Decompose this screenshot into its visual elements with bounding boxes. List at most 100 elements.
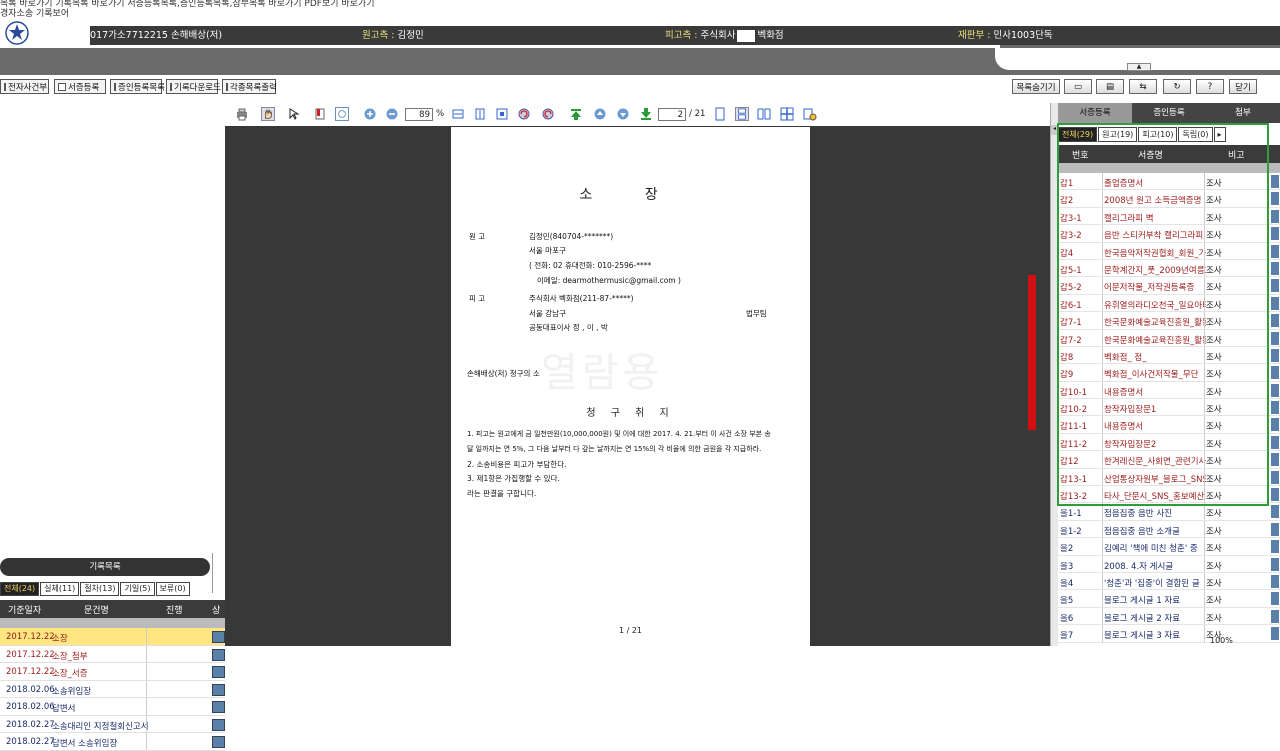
first-page-icon[interactable] <box>569 107 583 121</box>
evidence-open-button[interactable] <box>1271 227 1279 241</box>
tab-witness[interactable]: 증인등록 <box>1132 103 1206 123</box>
record-row[interactable]: 2017.12.22 소장_서증 <box>0 663 225 681</box>
record-row[interactable]: 2017.12.22 소장 <box>0 628 225 646</box>
single-page-icon[interactable] <box>713 107 727 121</box>
detail-button[interactable] <box>212 631 225 643</box>
two-page-icon[interactable] <box>757 107 771 121</box>
evidence-open-button[interactable] <box>1271 192 1279 206</box>
bookmark-icon[interactable] <box>313 107 327 121</box>
next-page-icon[interactable] <box>616 107 630 121</box>
zoom-input[interactable]: 89 <box>405 108 433 121</box>
view-grid-button[interactable]: ▤ <box>1096 79 1124 94</box>
fit-page-icon[interactable] <box>495 107 509 121</box>
evidence-open-button[interactable] <box>1271 522 1279 536</box>
evidence-open-button[interactable] <box>1271 261 1279 275</box>
evidence-open-button[interactable] <box>1271 209 1279 223</box>
e-case-button[interactable]: 전자사건부 <box>0 79 49 94</box>
grid-page-icon[interactable] <box>780 107 794 121</box>
detail-button[interactable] <box>212 666 225 678</box>
marquee-icon[interactable] <box>335 107 349 121</box>
evidence-row[interactable]: 을5 블로그 게시글 1 자료 조사 <box>1058 590 1280 608</box>
evidence-open-button[interactable] <box>1271 627 1279 641</box>
zoom-in-icon[interactable] <box>363 107 377 121</box>
evidence-open-button[interactable] <box>1271 453 1279 467</box>
collapse-header-button[interactable]: ▲ <box>1127 63 1151 71</box>
evidence-open-button[interactable] <box>1271 505 1279 519</box>
print-icon[interactable] <box>235 107 249 121</box>
tab-hearing[interactable]: 기일(5) <box>120 582 155 596</box>
print-lists-button[interactable]: 각종목록출력 <box>222 79 277 94</box>
evidence-row[interactable]: 을1-2 점음집중 음반 소개글 조사 <box>1058 520 1280 539</box>
witness-register-button[interactable]: 증인등록목록 <box>110 79 165 94</box>
evidence-open-button[interactable] <box>1271 175 1279 188</box>
evidence-open-button[interactable] <box>1271 279 1279 293</box>
view-single-button[interactable]: ▭ <box>1064 79 1092 94</box>
tab-substance[interactable]: 실체(11) <box>40 582 80 596</box>
detail-button[interactable] <box>212 701 225 713</box>
tab-pending[interactable]: 보류(0) <box>155 582 190 596</box>
evidence-row[interactable]: 을6 블로그 게시글 2 자료 조사 <box>1058 607 1280 626</box>
evidence-open-button[interactable] <box>1271 418 1279 432</box>
col-doc-name[interactable]: 문건명 <box>84 603 109 616</box>
tab-all[interactable]: 전체(24) <box>0 582 40 596</box>
detail-button[interactable] <box>212 736 225 748</box>
tab-evidence[interactable]: 서증등록 <box>1058 103 1132 123</box>
detail-button[interactable] <box>212 718 225 731</box>
prev-page-icon[interactable] <box>593 107 607 121</box>
evidence-open-button[interactable] <box>1271 488 1279 502</box>
zoom-out-icon[interactable] <box>385 107 399 121</box>
record-table-subheader <box>0 618 225 628</box>
evidence-open-button[interactable] <box>1271 296 1279 310</box>
evidence-open-button[interactable] <box>1271 331 1279 345</box>
last-page-icon[interactable] <box>639 107 653 121</box>
evidence-open-button[interactable] <box>1271 574 1279 588</box>
evidence-open-button[interactable] <box>1271 540 1279 554</box>
close-button[interactable]: 닫기 <box>1229 79 1257 94</box>
detail-button[interactable] <box>212 683 225 696</box>
evidence-open-button[interactable] <box>1271 557 1279 571</box>
tab-procedure[interactable]: 절차(13) <box>80 582 120 596</box>
evidence-open-button[interactable] <box>1271 383 1279 397</box>
record-row[interactable]: 2018.02.06 답변서 <box>0 698 225 716</box>
fit-width-icon[interactable] <box>451 107 465 121</box>
hand-tool-icon[interactable] <box>261 107 275 121</box>
detail-button[interactable] <box>212 648 225 661</box>
evidence-row[interactable]: 을3 2008. 4.자 게시글 조사 <box>1058 555 1280 573</box>
record-download-button[interactable]: 기록다운로드 <box>166 79 221 94</box>
col-progress[interactable]: 진행 <box>166 603 183 616</box>
evidence-row[interactable]: 을7 블로그 게시글 3 자료 조사 <box>1058 625 1280 643</box>
record-row[interactable]: 2018.02.06 소송위임장 <box>0 680 225 698</box>
evidence-open-button[interactable] <box>1271 435 1279 449</box>
document-viewer[interactable]: 열람용 소 장 원 고 김정민(840704-*******) 서울 마포구 (… <box>225 126 1050 646</box>
evidence-open-button[interactable] <box>1271 592 1279 606</box>
fit-height-icon[interactable] <box>473 107 487 121</box>
hide-list-button[interactable]: 목록숨기기 <box>1012 79 1060 94</box>
view-compare-button[interactable]: ⇆ <box>1129 79 1157 94</box>
evidence-name: 점음집중 음반 사진 <box>1104 509 1172 520</box>
record-row[interactable]: 2018.02.27 답변서 소송위임장 <box>0 733 225 751</box>
tab-attachment[interactable]: 첨부 <box>1206 103 1280 123</box>
evidence-register-button[interactable]: 서증등록 <box>54 79 106 94</box>
evidence-open-button[interactable] <box>1271 314 1279 328</box>
evidence-row[interactable]: 을1-1 점음집중 음반 사진 조사 <box>1058 503 1280 521</box>
evidence-open-button[interactable] <box>1271 348 1279 362</box>
rotate-left-icon[interactable] <box>517 107 531 121</box>
evidence-open-button[interactable] <box>1271 244 1279 258</box>
record-row[interactable]: 2017.12.22 소장_첨부 <box>0 645 225 663</box>
record-row[interactable]: 2018.02.27 소송대리인 지정철회신고서 <box>0 715 225 733</box>
rotate-right-icon[interactable] <box>541 107 555 121</box>
evidence-open-button[interactable] <box>1271 401 1279 415</box>
continuous-page-icon[interactable] <box>735 107 749 121</box>
search-doc-icon[interactable] <box>803 107 817 121</box>
col-date[interactable]: 기준일자 <box>8 603 41 616</box>
evidence-open-button[interactable] <box>1271 609 1279 623</box>
evidence-open-button[interactable] <box>1271 470 1279 484</box>
help-button[interactable]: ? <box>1196 79 1224 94</box>
evidence-open-button[interactable] <box>1271 366 1279 380</box>
refresh-button[interactable]: ↻ <box>1163 79 1191 94</box>
select-tool-icon[interactable] <box>287 107 301 121</box>
evidence-row[interactable]: 을2 김예리 '책에 미친 청춘' 중 조사 <box>1058 538 1280 556</box>
panel-splitter[interactable] <box>212 553 213 593</box>
page-number-input[interactable]: 2 <box>658 108 686 121</box>
evidence-row[interactable]: 을4 '청춘'과 '집중'이 결합된 글 조사 <box>1058 572 1280 591</box>
